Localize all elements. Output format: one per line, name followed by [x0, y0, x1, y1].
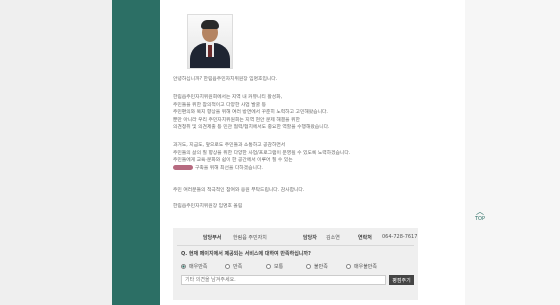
greeting-paragraph-3: 과거도, 지금도, 앞으로도 주민들과 소통하고 공감하면서 주민들의 삶의 질… [173, 142, 458, 172]
greeting-line: 주민편의와 복지 향상을 위해 여러 방면에서 꾸준히 노력하고 고민해왔습니다… [173, 110, 328, 116]
dept-value: 한림읍 주민자치 [233, 235, 267, 241]
greeting-paragraph-1: 안녕하십니까? 한림읍주민자치위원장 임명호입니다. [173, 77, 278, 82]
greeting-line: 뿐만 아니라 우리 주민자치위원회는 지역 현안 문제 해결을 위한 [173, 117, 300, 123]
chairman-photo [187, 14, 233, 69]
greeting-line: 구축을 위해 최선을 다하겠습니다. [173, 164, 458, 173]
greeting-line-text: 구축을 위해 최선을 다하겠습니다. [195, 165, 263, 171]
scroll-top-label: TOP [474, 216, 485, 222]
radio-dot[interactable] [181, 264, 186, 269]
manager-label: 담당자 [303, 235, 317, 241]
submit-rating-button[interactable]: 평점주기 [389, 275, 414, 285]
sidebar-band [112, 0, 160, 305]
survey-question: Q. 현재 페이지에서 제공되는 서비스에 대하여 만족하십니까? [181, 251, 311, 257]
greeting-line: 주민들에게 교육·문화와 쉼이 한 공간에서 이루어 질 수 있는 [173, 158, 293, 164]
radio-neutral[interactable]: 보통 [266, 263, 283, 270]
greeting-paragraph-4: 주민 여러분들의 적극적인 참여와 응원 부탁드립니다. 감사합니다. [173, 188, 305, 193]
satisfaction-options: 매우만족 만족 보통 불만족 매우불만족 [181, 263, 411, 271]
right-background [465, 0, 560, 305]
phone-value: 064-728-7617 [382, 234, 418, 240]
radio-dot[interactable] [346, 264, 351, 269]
left-background [0, 0, 112, 305]
radio-dot[interactable] [306, 264, 311, 269]
chevron-up-icon: ︿ [476, 207, 484, 216]
greeting-line: 한림읍주민자치위원회에서는 지역 내 커뮤니티 활성화, [173, 95, 283, 100]
contact-row: 담당부서 한림읍 주민자치 담당자 김소연 연락처 064-728-7617 [173, 228, 418, 245]
greeting-line: 주민들의 삶의 질 향상을 위한 다양한 사업/프로그램이 운영될 수 있도록 … [173, 150, 351, 156]
radio-very-unsatisfied[interactable]: 매우불만족 [346, 263, 377, 270]
phone-label: 연락처 [358, 235, 372, 241]
greeting-line: 과거도, 지금도, 앞으로도 주민들과 소통하고 공감하면서 [173, 143, 286, 148]
greeting-paragraph-2: 한림읍주민자치위원회에서는 지역 내 커뮤니티 활성화, 주민들을 위한 참의적… [173, 94, 458, 132]
greeting-line: 의견청취 및 의견제출 등 민관 협력/협치에서도 중요한 역할을 수행해왔습니… [173, 125, 330, 131]
manager-value: 김소연 [326, 235, 340, 241]
highlight-marker [173, 164, 193, 170]
divider [177, 245, 414, 246]
greeting-signature: 한림읍주민자치위원장 임명호 올림 [173, 204, 243, 209]
radio-very-satisfied[interactable]: 매우만족 [181, 263, 207, 270]
radio-dot[interactable] [225, 264, 230, 269]
scroll-top-button[interactable]: ︿ TOP [473, 208, 487, 224]
radio-unsatisfied[interactable]: 불만족 [306, 263, 328, 270]
dept-label: 담당부서 [203, 235, 222, 241]
radio-satisfied[interactable]: 만족 [225, 263, 242, 270]
greeting-line: 주민들을 위한 참의적이고 다양한 사업 발굴 등 [173, 102, 267, 108]
radio-dot[interactable] [266, 264, 271, 269]
contact-survey-box: 담당부서 한림읍 주민자치 담당자 김소연 연락처 064-728-7617 Q… [173, 228, 418, 300]
opinion-input[interactable] [181, 275, 386, 285]
